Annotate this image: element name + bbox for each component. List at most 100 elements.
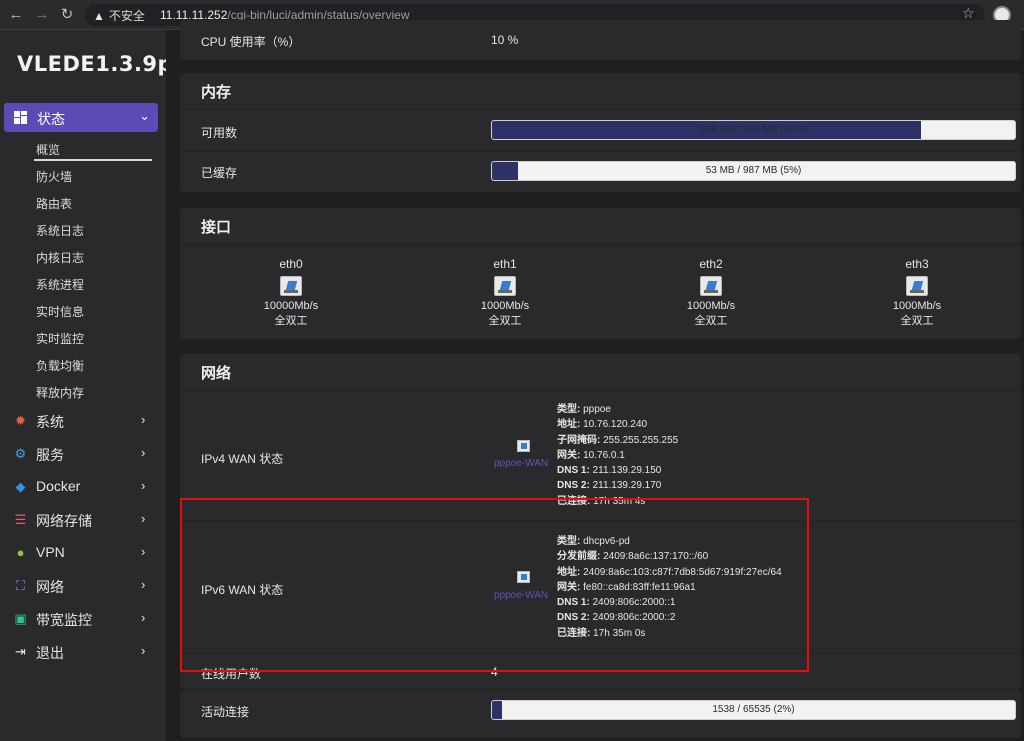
online-users-label: 在线用户数 [201,667,262,681]
submenu-syslog[interactable]: 系统日志 [36,222,84,239]
active-indicator [34,159,152,161]
info-line: DNS 1: 2409:806c:2000::1 [557,597,676,609]
info-line: 网关: 10.76.0.1 [557,449,625,461]
info-line: 已连接: 17h 35m 0s [557,627,646,639]
submenu-kernel-log[interactable]: 内核日志 [36,249,84,266]
menu-docker[interactable]: ◆ Docker › [0,474,166,500]
back-icon[interactable]: ← [6,5,26,25]
ethernet-port-icon [906,276,928,296]
ipv4-wan-details: 类型: pppoe 地址: 10.76.120.240 子网掩码: 255.25… [557,402,678,509]
network-title: 网络 [201,365,232,382]
mem-available-bar: 816 MB / 987 MB (82%) [491,120,1016,140]
info-line: 地址: 10.76.120.240 [557,419,648,431]
submenu-realtime-info[interactable]: 实时信息 [36,303,84,320]
submenu-routes[interactable]: 路由表 [36,195,72,212]
chevron-right-icon: › [141,577,146,592]
interfaces-header: 接口 [180,208,1021,245]
port-name: eth1 [493,257,517,271]
ipv6-wan-details: 类型: dhcpv6-pd 分发前缀: 2409:8a6c:137:170::/… [557,534,782,641]
row-divider [180,151,1021,152]
port-name: eth3 [905,257,929,271]
chevron-right-icon: › [141,610,146,625]
port-eth1[interactable]: eth1 1000Mb/s 全双工 [465,257,545,329]
connections-card: 活动连接 1538 / 65535 (2%) [180,690,1021,738]
port-eth0[interactable]: eth0 10000Mb/s 全双工 [251,257,331,329]
chevron-right-icon: › [141,544,146,559]
port-eth3[interactable]: eth3 1000Mb/s 全双工 [877,257,957,329]
chevron-right-icon: › [141,478,146,493]
memory-title: 内存 [201,84,232,101]
wan-interface-icon [517,440,530,452]
cpu-usage-value: 10 % [491,33,519,47]
network-card: 网络 IPv4 WAN 状态 pppoe-WAN 类型: pppoe 地址: 1… [180,354,1021,689]
mem-cached-text: 53 MB / 987 MB (5%) [705,165,802,176]
mem-cached-label: 已缓存 [201,166,238,180]
info-line: 已连接: 17h 35m 4s [557,495,646,507]
menu-system[interactable]: ✹ 系统 › [0,408,166,434]
ethernet-port-icon [280,276,302,296]
ipv4-wan-label: IPv4 WAN 状态 [201,452,284,466]
bandwidth-icon: ▣ [14,611,27,626]
forward-icon[interactable]: → [32,5,52,25]
security-indicator[interactable]: ▲ 不安全 [93,7,145,24]
menu-network[interactable]: ⛶ 网络 › [0,573,166,599]
active-connections-label: 活动连接 [201,705,250,719]
interfaces-card: 接口 eth0 10000Mb/s 全双工 eth1 1000Mb/s 全双工 … [180,208,1021,339]
chevron-right-icon: › [141,511,146,526]
active-connections-bar: 1538 / 65535 (2%) [491,700,1016,720]
submenu-load-balance[interactable]: 负载均衡 [36,357,84,374]
menu-vpn[interactable]: ● VPN › [0,540,166,566]
port-speed: 1000Mb/s [686,300,736,312]
vpn-icon: ● [16,545,25,560]
info-line: 分发前缀: 2409:8a6c:137:170::/60 [557,551,709,563]
info-line: 网关: fe80::ca8d:83ff:fe11:96a1 [557,581,696,593]
dashboard-icon [14,111,27,124]
menu-storage[interactable]: ☰ 网络存储 › [0,507,166,533]
mem-cached-bar: 53 MB / 987 MB (5%) [491,161,1016,181]
memory-header: 内存 [180,73,1021,110]
gear-icon: ✹ [15,413,26,428]
info-line: DNS 1: 211.139.29.150 [557,465,662,477]
services-icon: ⚙ [14,446,27,461]
info-line: 类型: dhcpv6-pd [557,536,630,547]
port-duplex: 全双工 [900,315,934,327]
ipv6-wan-link[interactable]: pppoe-WAN [494,590,548,601]
menu-logout[interactable]: ⇥ 退出 › [0,639,166,665]
reload-icon[interactable]: ↻ [57,5,77,25]
port-name: eth0 [279,257,303,271]
cpu-usage-label: CPU 使用率（%） [201,35,301,49]
info-line: DNS 2: 211.139.29.170 [557,480,662,492]
ipv6-wan-label: IPv6 WAN 状态 [201,583,284,597]
network-header: 网络 [180,354,1021,391]
chevron-right-icon: › [141,445,146,460]
brand-logo: VLEDE1.3.9p2 [17,52,189,76]
main-content: CPU 使用率（%） 10 % 内存 可用数 816 MB / 987 MB (… [166,20,1024,741]
info-line: 地址: 2409:8a6c:103:c87f:7db8:5d67:919f:27… [557,566,782,578]
submenu-free-memory[interactable]: 释放内存 [36,384,84,401]
mem-available-label: 可用数 [201,126,238,140]
mem-available-text: 816 MB / 987 MB (82%) [700,124,807,135]
menu-status[interactable]: 状态 ⌄ [4,103,158,132]
sidebar: VLEDE1.3.9p2 状态 ⌄ 概览 防火墙 路由表 系统日志 内核日志 系… [0,30,188,741]
port-eth2[interactable]: eth2 1000Mb/s 全双工 [671,257,751,329]
ipv4-wan-link[interactable]: pppoe-WAN [494,458,548,469]
menu-bandwidth[interactable]: ▣ 带宽监控 › [0,606,166,632]
network-icon: ⛶ [15,578,26,593]
port-speed: 10000Mb/s [263,300,319,312]
wan-interface-icon [517,571,530,583]
interfaces-title: 接口 [201,219,232,236]
logout-icon: ⇥ [15,644,26,659]
submenu-firewall[interactable]: 防火墙 [36,168,72,185]
menu-status-label: 状态 [37,111,65,127]
row-divider [180,653,1021,654]
submenu-realtime-monitor[interactable]: 实时监控 [36,330,84,347]
port-speed: 1000Mb/s [480,300,530,312]
storage-icon: ☰ [14,512,27,527]
menu-services[interactable]: ⚙ 服务 › [0,441,166,467]
chevron-right-icon: › [141,412,146,427]
port-duplex: 全双工 [488,315,522,327]
chevron-right-icon: › [141,643,146,658]
info-line: DNS 2: 2409:806c:2000::2 [557,612,676,624]
submenu-processes[interactable]: 系统进程 [36,276,84,293]
submenu-overview[interactable]: 概览 [36,141,60,158]
